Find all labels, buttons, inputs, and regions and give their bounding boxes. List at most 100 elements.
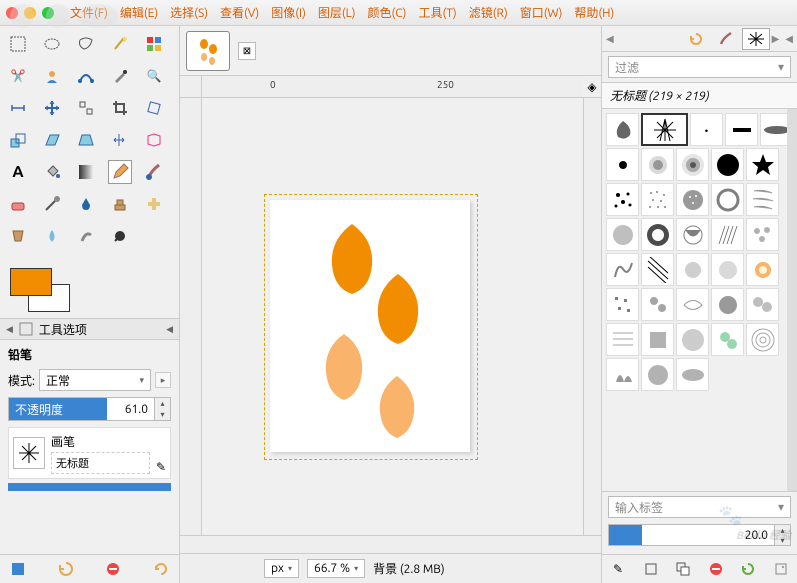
tool-blur[interactable] (40, 224, 64, 248)
unit-select[interactable]: px▾ (264, 559, 299, 578)
size-slider[interactable] (8, 483, 171, 491)
brush-swatch[interactable] (676, 288, 709, 321)
brush-swatch[interactable] (711, 183, 744, 216)
tool-select-by-color[interactable] (142, 32, 166, 56)
tool-smudge[interactable] (74, 224, 98, 248)
brush-edit-button[interactable]: ✎ (608, 559, 628, 579)
fg-color-swatch[interactable] (10, 268, 52, 296)
brush-selector[interactable]: 画笔 无标题 ✎ (8, 427, 171, 479)
menu-view[interactable]: 查看(V) (214, 1, 265, 24)
tab-close-button[interactable]: ⊠ (238, 42, 256, 60)
image-tab[interactable] (186, 31, 230, 71)
brush-name[interactable]: 无标题 (51, 452, 150, 474)
brush-swatch[interactable] (676, 183, 709, 216)
brush-grid-scrollbar[interactable] (787, 109, 797, 491)
dock-left-arrow[interactable]: ◀ (606, 33, 614, 45)
brush-swatch[interactable] (641, 218, 674, 251)
brush-edit-icon[interactable]: ✎ (156, 460, 166, 474)
tool-foreground-select[interactable] (40, 64, 64, 88)
tool-shear[interactable] (40, 128, 64, 152)
tool-scale[interactable] (6, 128, 30, 152)
mode-select[interactable]: 正常▾ (39, 369, 151, 391)
tool-clone[interactable] (108, 192, 132, 216)
brush-swatch[interactable] (676, 218, 709, 251)
horizontal-ruler[interactable]: 0 250 (202, 76, 583, 98)
menu-window[interactable]: 窗口(W) (514, 1, 569, 24)
delete-preset-icon[interactable] (103, 559, 123, 579)
brush-swatch[interactable] (746, 218, 779, 251)
tool-rect-select[interactable] (6, 32, 30, 56)
brush-swatch[interactable] (746, 288, 779, 321)
restore-preset-icon[interactable] (56, 559, 76, 579)
tool-options-header[interactable]: ◀ 工具选项 ◀ (0, 318, 179, 340)
brush-swatch-selected[interactable] (641, 113, 688, 146)
brush-delete-button[interactable] (706, 559, 726, 579)
tool-ink[interactable] (74, 192, 98, 216)
tool-text[interactable]: A (6, 160, 30, 184)
tool-heal[interactable] (142, 192, 166, 216)
v-scrollbar[interactable] (583, 98, 601, 535)
h-scrollbar[interactable] (202, 536, 601, 553)
brush-swatch[interactable] (725, 113, 758, 146)
tab-brushes[interactable] (742, 28, 770, 50)
tool-magnify[interactable]: 🔍 (142, 64, 166, 88)
menu-layer[interactable]: 图层(L) (312, 1, 362, 24)
menu-color[interactable]: 颜色(C) (362, 1, 413, 24)
tool-pencil[interactable] (108, 160, 132, 184)
save-preset-icon[interactable] (8, 559, 28, 579)
menu-image[interactable]: 图像(I) (265, 1, 312, 24)
tool-perspective-clone[interactable] (6, 224, 30, 248)
brush-refresh-button[interactable] (738, 559, 758, 579)
brush-swatch[interactable] (606, 148, 639, 181)
tool-eraser[interactable] (6, 192, 30, 216)
brush-swatch[interactable]: · (690, 113, 723, 146)
brush-swatch[interactable] (606, 113, 639, 146)
dock-menu-arrow[interactable]: ◀ (785, 33, 793, 45)
tool-perspective[interactable] (74, 128, 98, 152)
brush-swatch[interactable] (606, 253, 639, 286)
dock-right-arrow[interactable]: ▶ (772, 33, 780, 45)
brush-swatch[interactable] (641, 183, 674, 216)
opacity-slider[interactable]: 不透明度 61.0 ▴▾ (8, 397, 171, 421)
brush-swatch[interactable] (711, 218, 744, 251)
brush-tag-input[interactable]: 输入标签▾ (608, 496, 791, 518)
brush-swatch[interactable] (746, 183, 779, 216)
tool-bucket-fill[interactable] (40, 160, 64, 184)
brush-swatch[interactable] (606, 183, 639, 216)
brush-swatch[interactable] (641, 253, 674, 286)
vertical-ruler[interactable] (180, 98, 202, 535)
tool-flip[interactable] (108, 128, 132, 152)
tool-scissors[interactable]: ✂️ (6, 64, 30, 88)
tool-measure[interactable] (6, 96, 30, 120)
brush-swatch[interactable] (606, 288, 639, 321)
menu-filters[interactable]: 滤镜(R) (463, 1, 514, 24)
tool-airbrush[interactable] (40, 192, 64, 216)
reset-preset-icon[interactable] (151, 559, 171, 579)
canvas[interactable] (270, 200, 470, 452)
brush-filter-input[interactable]: 过滤▾ (608, 56, 791, 78)
brush-open-as-image-button[interactable] (771, 559, 791, 579)
color-swatches[interactable] (10, 268, 70, 312)
nav-button[interactable]: ◈ (583, 76, 601, 98)
brush-swatch[interactable] (746, 253, 779, 286)
brush-swatch[interactable] (676, 253, 709, 286)
tool-fuzzy-select[interactable] (108, 32, 132, 56)
brush-preview[interactable] (13, 437, 45, 469)
zoom-select[interactable]: 66.7 %▾ (307, 559, 365, 578)
brush-swatch[interactable] (711, 148, 744, 181)
brush-swatch[interactable] (676, 358, 709, 391)
brush-new-button[interactable] (641, 559, 661, 579)
brush-swatch[interactable] (746, 148, 779, 181)
canvas-viewport[interactable] (202, 98, 583, 535)
brush-swatch[interactable] (711, 253, 744, 286)
mode-extra-button[interactable]: ▸ (155, 372, 171, 388)
brush-swatch[interactable] (641, 288, 674, 321)
brush-swatch[interactable] (676, 148, 709, 181)
dock-menu-icon[interactable]: ◀ (166, 324, 173, 335)
tool-rotate[interactable] (142, 96, 166, 120)
brush-swatch[interactable] (711, 288, 744, 321)
tool-align[interactable] (74, 96, 98, 120)
tool-paintbrush[interactable] (142, 160, 166, 184)
tool-dodge[interactable] (108, 224, 132, 248)
tool-cage[interactable] (142, 128, 166, 152)
